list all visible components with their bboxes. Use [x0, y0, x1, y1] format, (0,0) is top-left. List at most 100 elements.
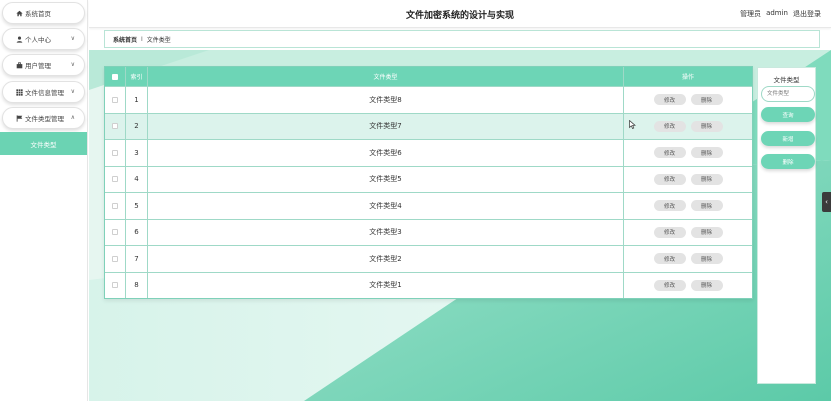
chevron-down-icon: ∨ — [70, 61, 75, 68]
batch-delete-button[interactable]: 删除 — [761, 154, 815, 169]
edit-button[interactable]: 修改 — [653, 173, 686, 185]
main-content: 索引 文件类型 操作 1 文件类型8 修改 删除 2 文件类型7 修改 删除 3 文件类型6 修改删… — [89, 50, 831, 401]
row-file-type-name: 文件类型1 — [148, 272, 624, 298]
search-panel: 文件类型 查询 新增 删除 — [757, 67, 816, 384]
grid-icon — [16, 89, 23, 96]
chevron-down-icon: ∨ — [70, 88, 75, 95]
row-checkbox[interactable] — [112, 229, 118, 236]
row-checkbox[interactable] — [112, 176, 118, 183]
row-checkbox[interactable] — [112, 202, 118, 209]
user-icon — [16, 36, 23, 43]
row-index: 4 — [126, 166, 148, 192]
sidebar-item-home[interactable]: 系统首页 — [2, 2, 85, 24]
delete-button[interactable]: 删除 — [690, 120, 723, 132]
chevron-down-icon: ∨ — [70, 35, 75, 42]
row-file-type-name: 文件类型2 — [148, 246, 624, 272]
row-actions: 修改 删除 — [624, 220, 752, 246]
row-file-type-name: 文件类型3 — [148, 219, 624, 245]
edit-button[interactable]: 修改 — [653, 120, 686, 132]
table-row: 5 文件类型4 修改 删除 — [105, 192, 752, 219]
delete-button[interactable]: 删除 — [690, 279, 723, 291]
row-select-cell — [105, 87, 126, 113]
table-row: 6 文件类型3 修改 删除 — [105, 218, 752, 246]
collapse-toggle-icon[interactable]: ‹ — [822, 192, 831, 212]
row-file-type-name: 文件类型7 — [148, 113, 624, 139]
table-body: 1 文件类型8 修改 删除 2 文件类型7 修改 删除 3 文件类型6 修改 删除 4 文件类型5 修改 删除… — [105, 86, 752, 298]
header-cell-name: 文件类型 — [148, 67, 624, 86]
table-row: 7 文件类型2 修改 删除 — [105, 245, 752, 272]
sidebar-item-users[interactable]: 用户管理 ∨ — [2, 54, 85, 76]
header-user-area: 管理员 admin 退出登录 — [740, 9, 821, 19]
sidebar-subitem-file-type[interactable]: 文件类型 — [0, 132, 87, 155]
row-select-cell — [105, 219, 126, 245]
sidebar-item-file-info[interactable]: 文件信息管理 ∨ — [2, 81, 85, 103]
chevron-up-icon: ∧ — [70, 114, 75, 121]
row-checkbox[interactable] — [112, 282, 118, 289]
sidebar-item-label: 文件信息管理 — [25, 89, 64, 97]
home-icon — [16, 10, 23, 17]
row-file-type-name: 文件类型4 — [148, 193, 624, 219]
flag-icon — [16, 115, 23, 122]
table-header: 索引 文件类型 操作 — [105, 67, 752, 86]
row-actions: 修改 删除 — [624, 193, 752, 219]
table-row: 2 文件类型7 修改 删除 — [105, 112, 752, 140]
delete-button[interactable]: 删除 — [690, 147, 723, 159]
breadcrumb: 系统首页 Ⅰ 文件类型 — [104, 30, 820, 48]
edit-button[interactable]: 修改 — [653, 226, 686, 238]
table-row: 4 文件类型5 修改 删除 — [105, 165, 752, 193]
sidebar-item-label: 系统首页 — [25, 10, 51, 18]
edit-button[interactable]: 修改 — [653, 200, 686, 212]
top-header: 文件加密系统的设计与实现 管理员 admin 退出登录 — [89, 0, 831, 28]
delete-button[interactable]: 删除 — [690, 200, 723, 212]
sidebar-item-label: 用户管理 — [25, 62, 51, 70]
row-index: 3 — [126, 140, 148, 166]
row-select-cell — [105, 193, 126, 219]
sidebar-item-profile[interactable]: 个人中心 ∨ — [2, 28, 85, 50]
delete-button[interactable]: 删除 — [690, 94, 723, 106]
row-index: 8 — [126, 272, 148, 298]
row-select-cell — [105, 246, 126, 272]
row-checkbox[interactable] — [112, 255, 118, 262]
row-checkbox[interactable] — [112, 123, 118, 130]
header-cell-select — [105, 67, 126, 86]
delete-button[interactable]: 删除 — [690, 253, 723, 265]
username: admin — [766, 9, 788, 17]
breadcrumb-home[interactable]: 系统首页 — [113, 35, 137, 44]
row-actions: 修改 删除 — [624, 140, 752, 166]
row-file-type-name: 文件类型6 — [148, 140, 624, 166]
edit-button[interactable]: 修改 — [653, 253, 686, 265]
sidebar-item-file-type[interactable]: 文件类型管理 ∧ — [2, 107, 85, 129]
row-index: 1 — [126, 87, 148, 113]
row-actions: 修改 删除 — [624, 167, 752, 193]
row-checkbox[interactable] — [112, 96, 118, 103]
row-actions: 修改 删除 — [624, 273, 752, 299]
row-file-type-name: 文件类型5 — [148, 166, 624, 192]
row-actions: 修改 删除 — [624, 114, 752, 140]
search-button[interactable]: 查询 — [761, 107, 815, 122]
table-row: 1 文件类型8 修改 删除 — [105, 86, 752, 113]
edit-button[interactable]: 修改 — [653, 147, 686, 159]
mouse-cursor-icon — [629, 120, 636, 129]
row-checkbox[interactable] — [112, 149, 118, 156]
file-type-table: 索引 文件类型 操作 1 文件类型8 修改 删除 2 文件类型7 修改 删除 3 文件类型6 修改删… — [104, 66, 753, 299]
row-file-type-name: 文件类型8 — [148, 87, 624, 113]
row-index: 2 — [126, 113, 148, 139]
row-index: 6 — [126, 219, 148, 245]
delete-button[interactable]: 删除 — [690, 173, 723, 185]
row-select-cell — [105, 272, 126, 298]
sidebar-item-label: 文件类型管理 — [25, 115, 64, 123]
breadcrumb-separator: Ⅰ — [141, 35, 143, 43]
add-button[interactable]: 新增 — [761, 131, 815, 146]
select-all-checkbox[interactable] — [112, 73, 118, 80]
row-select-cell — [105, 166, 126, 192]
delete-button[interactable]: 删除 — [690, 226, 723, 238]
search-label: 文件类型 — [773, 76, 800, 84]
file-type-search-input[interactable] — [761, 86, 815, 102]
sidebar: 系统首页 个人中心 ∨ 用户管理 ∨ 文件信息管理 ∨ 文件类型管理 ∧ 文件类… — [0, 0, 88, 401]
app-title: 文件加密系统的设计与实现 — [405, 11, 514, 21]
edit-button[interactable]: 修改 — [653, 279, 686, 291]
sidebar-item-label: 个人中心 — [25, 36, 51, 44]
header-cell-index: 索引 — [126, 67, 148, 86]
logout-link[interactable]: 退出登录 — [793, 9, 821, 19]
edit-button[interactable]: 修改 — [653, 94, 686, 106]
